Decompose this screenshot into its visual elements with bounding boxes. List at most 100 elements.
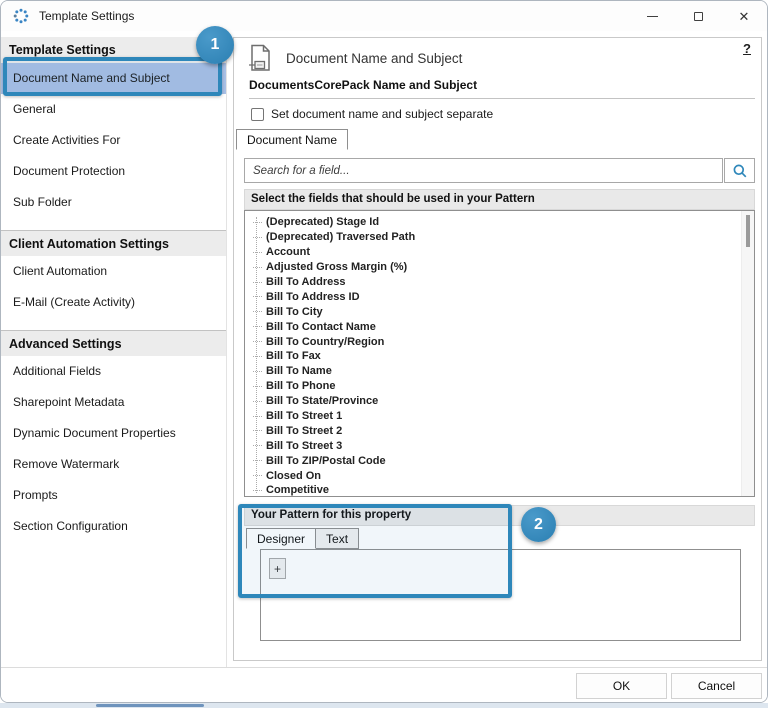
field-label: Bill To Address	[266, 276, 346, 288]
field-tree-item[interactable]: Bill To Phone	[251, 379, 740, 394]
close-button[interactable]: ✕	[721, 1, 767, 31]
tab-text[interactable]: Text	[316, 528, 360, 549]
separate-name-subject-checkbox[interactable]	[251, 107, 264, 121]
field-tree-item[interactable]: Bill To ZIP/Postal Code	[251, 453, 740, 468]
field-label: Competitive	[266, 484, 329, 497]
minimize-button[interactable]	[629, 1, 675, 31]
field-tree-item[interactable]: Adjusted Gross Margin (%)	[251, 260, 740, 275]
field-tree-item[interactable]: Closed On	[251, 468, 740, 483]
pattern-designer-canvas[interactable]: +	[260, 549, 741, 641]
sidebar-item-remove-watermark[interactable]: Remove Watermark	[1, 449, 226, 480]
field-tree-item[interactable]: Bill To Country/Region	[251, 334, 740, 349]
field-label: Bill To Country/Region	[266, 335, 385, 348]
fields-list-header: Select the fields that should be used in…	[244, 189, 755, 210]
field-label: Bill To Street 1	[266, 410, 343, 423]
maximize-button[interactable]	[675, 1, 721, 31]
tree-branch-icon	[253, 311, 262, 313]
field-tree-item[interactable]: (Deprecated) Stage Id	[251, 215, 740, 230]
tree-branch-icon	[253, 221, 262, 223]
tree-branch-icon	[253, 489, 262, 491]
tree-branch-icon	[253, 460, 262, 462]
field-label: Bill To State/Province	[266, 395, 379, 408]
field-label: Bill To Phone	[266, 380, 336, 393]
background-window-edge	[0, 703, 768, 708]
tree-branch-icon	[253, 415, 262, 417]
field-tree-item[interactable]: Bill To City	[251, 304, 740, 319]
field-label: Bill To Street 3	[266, 439, 343, 452]
tree-branch-icon	[253, 251, 262, 253]
field-tree-item[interactable]: Bill To State/Province	[251, 394, 740, 409]
field-tree-item[interactable]: Bill To Address	[251, 275, 740, 290]
field-label: Account	[266, 246, 310, 259]
pattern-tabs: Designer Text	[246, 528, 761, 549]
tree-branch-icon	[253, 355, 262, 357]
tree-branch-icon	[253, 266, 262, 268]
field-label: (Deprecated) Traversed Path	[266, 231, 416, 244]
main-panel-header: Document Name and Subject ?	[234, 38, 761, 72]
field-search-input[interactable]	[244, 158, 723, 183]
field-label: Adjusted Gross Margin (%)	[266, 261, 408, 274]
close-icon: ✕	[738, 8, 750, 24]
cancel-button[interactable]: Cancel	[671, 673, 762, 699]
pattern-section-header: Your Pattern for this property	[244, 505, 755, 526]
field-tree-item[interactable]: Competitive	[251, 483, 740, 497]
document-rename-icon	[249, 44, 270, 71]
sidebar-item-sub-folder[interactable]: Sub Folder	[1, 187, 226, 218]
sidebar-group-template-settings: Template Settings	[1, 37, 226, 63]
field-label: Bill To ZIP/Postal Code	[266, 454, 386, 467]
sidebar-item-general[interactable]: General	[1, 94, 226, 125]
sidebar-item-client-automation[interactable]: Client Automation	[1, 256, 226, 287]
sidebar-item-dynamic-document-properties[interactable]: Dynamic Document Properties	[1, 418, 226, 449]
search-button[interactable]	[724, 158, 755, 183]
field-label: Bill To Address ID	[266, 290, 360, 303]
field-tree-item[interactable]: Bill To Street 2	[251, 423, 740, 438]
screenshot-root: Template Settings ✕ Template Settings Doc…	[0, 0, 768, 708]
scrollbar-thumb[interactable]	[746, 215, 750, 247]
tree-branch-icon	[253, 326, 262, 328]
field-tree-item[interactable]: Bill To Fax	[251, 349, 740, 364]
ok-button[interactable]: OK	[576, 673, 667, 699]
tree-branch-icon	[253, 296, 262, 298]
settings-sidebar: Template Settings Document Name and Subje…	[1, 31, 227, 667]
field-label: Bill To Contact Name	[266, 320, 376, 333]
add-field-button[interactable]: +	[269, 558, 286, 579]
section-title: DocumentsCorePack Name and Subject	[249, 78, 755, 99]
tree-branch-icon	[253, 430, 262, 432]
sidebar-group-advanced-settings: Advanced Settings	[1, 330, 226, 356]
title-bar: Template Settings ✕	[1, 1, 767, 31]
tab-designer[interactable]: Designer	[246, 528, 317, 549]
minimize-icon	[646, 15, 658, 17]
sidebar-group-client-automation-settings: Client Automation Settings	[1, 230, 226, 256]
fields-list[interactable]: (Deprecated) Stage Id (Deprecated) Traver…	[244, 210, 755, 497]
field-label: Closed On	[266, 469, 322, 482]
field-tree-item[interactable]: Bill To Street 1	[251, 409, 740, 424]
sidebar-item-prompts[interactable]: Prompts	[1, 480, 226, 511]
sidebar-item-e-mail-create-activity[interactable]: E-Mail (Create Activity)	[1, 287, 226, 318]
field-tree-item[interactable]: Account	[251, 245, 740, 260]
help-button[interactable]: ?	[743, 41, 751, 56]
sidebar-item-additional-fields[interactable]: Additional Fields	[1, 356, 226, 387]
template-settings-dialog: Template Settings ✕ Template Settings Doc…	[0, 0, 768, 703]
tree-branch-icon	[253, 445, 262, 447]
sidebar-item-document-name-and-subject[interactable]: Document Name and Subject	[1, 63, 226, 94]
tab-document-name[interactable]: Document Name	[236, 129, 349, 150]
sidebar-item-create-activities-for[interactable]: Create Activities For	[1, 125, 226, 156]
separate-name-subject-label: Set document name and subject separate	[271, 107, 494, 121]
sidebar-item-section-configuration[interactable]: Section Configuration	[1, 511, 226, 542]
field-tree-item[interactable]: Bill To Street 3	[251, 438, 740, 453]
field-label: Bill To City	[266, 305, 323, 318]
tree-branch-icon	[253, 475, 262, 477]
field-tree-item[interactable]: Bill To Address ID	[251, 289, 740, 304]
sidebar-item-document-protection[interactable]: Document Protection	[1, 156, 226, 187]
sidebar-item-sharepoint-metadata[interactable]: Sharepoint Metadata	[1, 387, 226, 418]
field-tree-item[interactable]: Bill To Name	[251, 364, 740, 379]
field-tree-item[interactable]: (Deprecated) Traversed Path	[251, 230, 740, 245]
fields-list-scrollbar[interactable]	[741, 211, 754, 496]
page-title: Document Name and Subject	[286, 50, 463, 66]
dialog-footer: OK Cancel	[1, 667, 767, 702]
field-tree-item[interactable]: Bill To Contact Name	[251, 319, 740, 334]
field-label: Bill To Street 2	[266, 424, 343, 437]
window-title: Template Settings	[39, 9, 135, 23]
main-panel: Document Name and Subject ? DocumentsCor…	[233, 37, 762, 661]
separate-name-subject-row[interactable]: Set document name and subject separate	[251, 107, 755, 121]
